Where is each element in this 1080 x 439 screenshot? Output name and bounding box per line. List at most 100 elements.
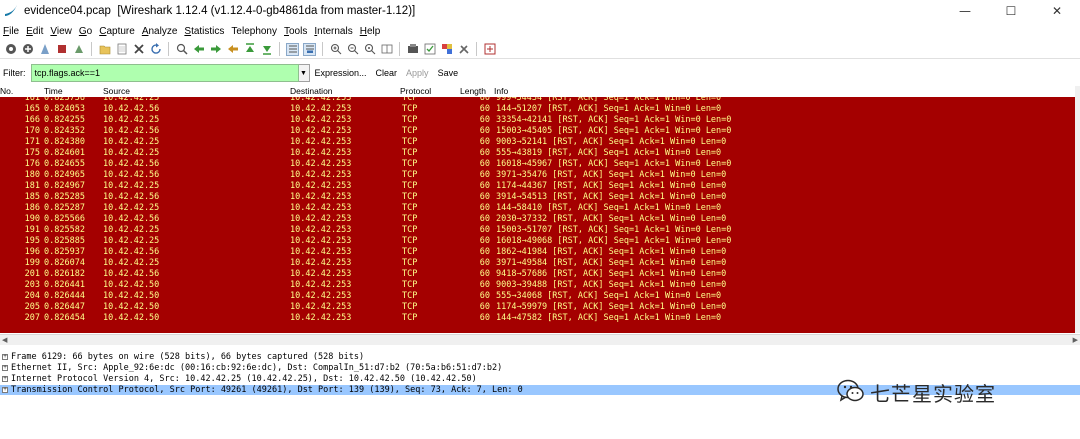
packet-row[interactable]: 195 0.825885 10.42.42.25 10.42.42.253 TCP 60 1…: [0, 236, 1075, 247]
reload-icon[interactable]: [149, 43, 162, 56]
column-header-info[interactable]: Info: [494, 86, 508, 96]
column-header-protocol[interactable]: Protocol: [400, 86, 431, 96]
coloring-rules-icon[interactable]: [440, 43, 453, 56]
packet-source: 10.42.42.56: [103, 126, 160, 136]
filter-dropdown-icon[interactable]: ▼: [298, 64, 310, 82]
packet-info: 555→34068 [RST, ACK] Seq=1 Ack=1 Win=0 L…: [496, 291, 722, 301]
expression-button[interactable]: Expression...: [315, 68, 367, 78]
packet-row[interactable]: 201 0.826182 10.42.42.56 10.42.42.253 TCP 60 9…: [0, 269, 1075, 280]
column-header-time[interactable]: Time: [44, 86, 63, 96]
packet-row[interactable]: 190 0.825566 10.42.42.56 10.42.42.253 TCP 60 2…: [0, 214, 1075, 225]
menu-tools[interactable]: Tools: [284, 26, 307, 37]
find-packet-icon[interactable]: [175, 43, 188, 56]
packet-length: 60: [479, 192, 490, 202]
colorize-icon[interactable]: [286, 42, 299, 56]
menu-telephony[interactable]: Telephony: [231, 26, 277, 37]
packet-row[interactable]: 185 0.825285 10.42.42.56 10.42.42.253 TCP 60 3…: [0, 192, 1075, 203]
packet-row[interactable]: 165 0.824053 10.42.42.56 10.42.42.253 TCP 60 1…: [0, 104, 1075, 115]
menu-go[interactable]: Go: [79, 26, 92, 37]
capture-options-icon[interactable]: [21, 43, 34, 56]
packet-row[interactable]: 175 0.824601 10.42.42.25 10.42.42.253 TCP 60 5…: [0, 148, 1075, 159]
horizontal-scrollbar[interactable]: ◀ ▶: [0, 334, 1080, 345]
packet-row[interactable]: 180 0.824965 10.42.42.56 10.42.42.253 TCP 60 3…: [0, 170, 1075, 181]
expand-icon[interactable]: +: [2, 376, 8, 382]
packet-row[interactable]: 196 0.825937 10.42.42.56 10.42.42.253 TCP 60 1…: [0, 247, 1075, 258]
menu-internals[interactable]: Internals: [314, 26, 352, 37]
close-file-icon[interactable]: [132, 43, 145, 56]
column-header-source[interactable]: Source: [103, 86, 130, 96]
zoom-out-icon[interactable]: [346, 43, 359, 56]
interfaces-icon[interactable]: [4, 43, 17, 56]
packet-row[interactable]: 161 0.823756 10.42.42.25 10.42.42.253 TCP 60 9…: [0, 97, 1075, 104]
packet-list[interactable]: 161 0.823756 10.42.42.25 10.42.42.253 TCP 60 9…: [0, 97, 1075, 333]
menu-capture[interactable]: Capture: [99, 26, 135, 37]
expand-icon[interactable]: +: [2, 387, 8, 393]
packet-protocol: TCP: [402, 97, 418, 103]
packet-list-scrollbar[interactable]: [1075, 86, 1080, 333]
apply-button[interactable]: Apply: [406, 68, 429, 78]
start-capture-icon[interactable]: [38, 43, 51, 56]
packet-row[interactable]: 176 0.824655 10.42.42.56 10.42.42.253 TCP 60 1…: [0, 159, 1075, 170]
packet-protocol: TCP: [402, 192, 418, 202]
go-forward-icon[interactable]: [209, 43, 222, 56]
packet-time: 0.824053: [44, 104, 85, 114]
packet-time: 0.826444: [44, 291, 85, 301]
packet-row[interactable]: 170 0.824352 10.42.42.56 10.42.42.253 TCP 60 1…: [0, 126, 1075, 137]
close-button[interactable]: ✕: [1034, 0, 1080, 22]
packet-row[interactable]: 203 0.826441 10.42.42.50 10.42.42.253 TCP 60 9…: [0, 280, 1075, 291]
packet-length: 60: [479, 214, 490, 224]
packet-destination: 10.42.42.253: [290, 225, 352, 235]
packet-number: 170: [24, 126, 40, 136]
auto-scroll-icon[interactable]: [303, 42, 316, 56]
detail-tree-row[interactable]: + Ethernet II, Src: Apple_92:6e:dc (00:16…: [0, 363, 1080, 373]
packet-number: 176: [24, 159, 40, 169]
packet-row[interactable]: 191 0.825582 10.42.42.25 10.42.42.253 TCP 60 1…: [0, 225, 1075, 236]
go-to-packet-icon[interactable]: [226, 43, 239, 56]
packet-row[interactable]: 205 0.826447 10.42.42.50 10.42.42.253 TCP 60 1…: [0, 302, 1075, 313]
menu-view[interactable]: View: [50, 26, 72, 37]
menu-edit[interactable]: Edit: [26, 26, 43, 37]
display-filters-icon[interactable]: [423, 43, 436, 56]
maximize-button[interactable]: ☐: [988, 0, 1034, 22]
column-header-destination[interactable]: Destination: [290, 86, 333, 96]
packet-row[interactable]: 171 0.824380 10.42.42.25 10.42.42.253 TCP 60 9…: [0, 137, 1075, 148]
last-packet-icon[interactable]: [260, 43, 273, 56]
stop-capture-icon[interactable]: [55, 43, 68, 56]
display-filter-input[interactable]: tcp.flags.ack==1: [30, 64, 299, 82]
column-header-length[interactable]: Length: [460, 86, 486, 96]
save-file-icon[interactable]: [115, 43, 128, 56]
capture-filters-icon[interactable]: [406, 43, 419, 56]
scroll-right-icon[interactable]: ▶: [1073, 335, 1078, 346]
help-icon[interactable]: [483, 43, 496, 56]
go-back-icon[interactable]: [192, 43, 205, 56]
zoom-in-icon[interactable]: [329, 43, 342, 56]
column-header-no[interactable]: No.: [0, 86, 13, 96]
first-packet-icon[interactable]: [243, 43, 256, 56]
packet-row[interactable]: 204 0.826444 10.42.42.50 10.42.42.253 TCP 60 5…: [0, 291, 1075, 302]
zoom-normal-icon[interactable]: [363, 43, 376, 56]
packet-row[interactable]: 181 0.824967 10.42.42.25 10.42.42.253 TCP 60 1…: [0, 181, 1075, 192]
packet-row[interactable]: 199 0.826074 10.42.42.25 10.42.42.253 TCP 60 3…: [0, 258, 1075, 269]
packet-row[interactable]: 186 0.825287 10.42.42.25 10.42.42.253 TCP 60 1…: [0, 203, 1075, 214]
expand-icon[interactable]: +: [2, 365, 8, 371]
menu-analyze[interactable]: Analyze: [142, 26, 178, 37]
packet-row[interactable]: 166 0.824255 10.42.42.25 10.42.42.253 TCP 60 3…: [0, 115, 1075, 126]
resize-columns-icon[interactable]: [380, 43, 393, 56]
detail-tree-row[interactable]: + Frame 6129: 66 bytes on wire (528 bits)…: [0, 352, 1080, 362]
open-file-icon[interactable]: [98, 43, 111, 56]
save-button[interactable]: Save: [438, 68, 459, 78]
scroll-left-icon[interactable]: ◀: [2, 335, 7, 346]
expand-icon[interactable]: +: [2, 354, 8, 360]
menu-file[interactable]: File: [3, 26, 19, 37]
menu-help[interactable]: Help: [360, 26, 381, 37]
packet-info: 999→34434 [RST, ACK] Seq=1 Ack=1 Win=0 L…: [496, 97, 722, 103]
packet-time: 0.824601: [44, 148, 85, 158]
restart-capture-icon[interactable]: [72, 43, 85, 56]
minimize-button[interactable]: —: [942, 0, 988, 22]
preferences-icon[interactable]: [457, 43, 470, 56]
toolbar-separator: [322, 42, 323, 56]
packet-row[interactable]: 207 0.826454 10.42.42.50 10.42.42.253 TCP 60 1…: [0, 313, 1075, 324]
clear-button[interactable]: Clear: [376, 68, 398, 78]
menu-statistics[interactable]: Statistics: [184, 26, 224, 37]
packet-length: 60: [479, 247, 490, 257]
